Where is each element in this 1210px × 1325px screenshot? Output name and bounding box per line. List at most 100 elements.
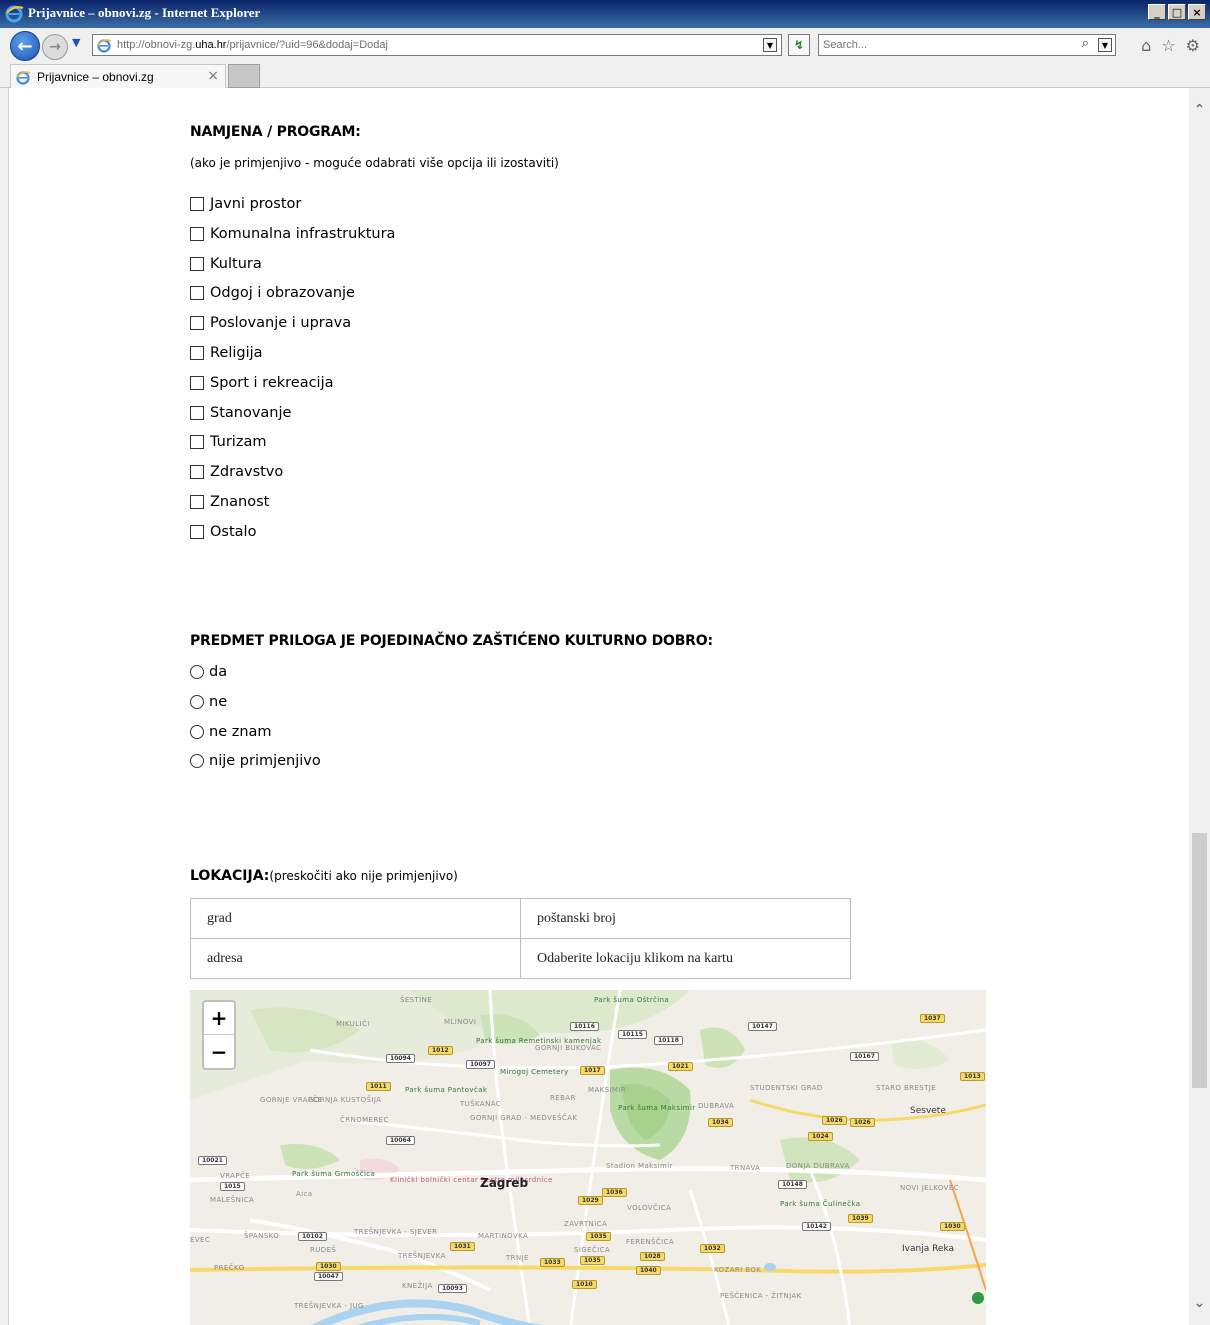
radio-label: ne xyxy=(209,693,228,710)
checkbox[interactable] xyxy=(190,495,204,509)
tab-prijavnice[interactable]: Prijavnice – obnovi.zg × xyxy=(10,64,226,88)
gear-icon[interactable]: ⚙ xyxy=(1186,36,1200,55)
map-label: ŠESTINE xyxy=(400,996,433,1004)
road-shield: 1013 xyxy=(960,1072,985,1081)
map-label: ZAVRTNICA xyxy=(564,1220,608,1228)
checkbox-label: Stanovanje xyxy=(210,404,292,421)
radio-button[interactable] xyxy=(190,754,204,769)
vertical-scrollbar[interactable]: ⌃ ⌄ xyxy=(1189,88,1210,1325)
back-button[interactable]: ← xyxy=(10,31,40,61)
namjena-option[interactable]: Ostalo xyxy=(190,521,256,543)
road-shield: 10142 xyxy=(802,1222,831,1231)
namjena-option[interactable]: Religija xyxy=(190,342,263,364)
namjena-option[interactable]: Turizam xyxy=(190,431,266,453)
namjena-option[interactable]: Kultura xyxy=(190,253,262,275)
road-shield: 1030 xyxy=(316,1262,341,1271)
compatibility-refresh-button[interactable]: ↯ xyxy=(788,34,810,56)
location-table: grad poštanski broj adresa Odaberite lok… xyxy=(190,898,851,979)
road-shield: 10115 xyxy=(618,1030,647,1039)
radio-button[interactable] xyxy=(190,665,204,679)
tab-bar: Prijavnice – obnovi.zg × xyxy=(0,64,1210,88)
checkbox[interactable] xyxy=(190,197,204,211)
adresa-field[interactable]: adresa xyxy=(190,938,521,979)
minimize-button[interactable]: _ xyxy=(1148,4,1166,20)
namjena-option[interactable]: Sport i rekreacija xyxy=(190,372,334,394)
namjena-option[interactable]: Stanovanje xyxy=(190,402,291,424)
tab-close-icon[interactable]: × xyxy=(207,68,219,84)
search-box[interactable]: ⌕ ▼ xyxy=(818,34,1116,56)
grad-field[interactable]: grad xyxy=(190,898,521,939)
history-dropdown-icon[interactable]: ▼ xyxy=(72,36,80,49)
checkbox[interactable] xyxy=(190,256,204,271)
map-hint-field[interactable]: Odaberite lokaciju klikom na kartu xyxy=(520,938,851,979)
scroll-up-icon[interactable]: ⌃ xyxy=(1189,102,1210,118)
checkbox[interactable] xyxy=(190,375,204,390)
window-left-border xyxy=(0,88,9,1325)
search-input[interactable] xyxy=(823,37,1053,53)
namjena-option[interactable]: Poslovanje i uprava xyxy=(190,312,351,334)
road-shield: 1040 xyxy=(636,1266,661,1275)
zoom-out-button[interactable]: − xyxy=(204,1035,234,1068)
address-bar[interactable]: http://obnovi-zg.uha.hr/prijavnice/?uid=… xyxy=(92,34,782,56)
location-map[interactable]: + − ŠESTINE Park šuma Oštrčina MIKULIĆI … xyxy=(190,990,986,1325)
map-label: KNEŽIJA xyxy=(402,1282,433,1290)
road-shield: 10116 xyxy=(570,1022,599,1031)
checkbox[interactable] xyxy=(190,435,204,450)
map-label: Park šuma Maksimir xyxy=(618,1104,696,1112)
predmet-option[interactable]: nije primjenjivo xyxy=(190,750,321,772)
road-shield: 1015 xyxy=(220,1182,245,1191)
checkbox[interactable] xyxy=(190,346,204,360)
road-shield: 1039 xyxy=(848,1214,873,1223)
checkbox[interactable] xyxy=(190,286,204,301)
namjena-option[interactable]: Znanost xyxy=(190,491,269,513)
namjena-option[interactable]: Odgoj i obrazovanje xyxy=(190,282,355,304)
postanski-broj-field[interactable]: poštanski broj xyxy=(520,898,851,939)
map-zoom-control: + − xyxy=(202,1000,236,1070)
map-label: MALEŠNICA xyxy=(210,1196,255,1204)
address-url[interactable]: http://obnovi-zg.uha.hr/prijavnice/?uid=… xyxy=(117,39,388,51)
maximize-button[interactable]: □ xyxy=(1168,4,1186,20)
predmet-option[interactable]: da xyxy=(190,661,227,683)
checkbox-label: Znanost xyxy=(210,494,270,510)
forward-button[interactable]: → xyxy=(42,34,68,60)
checkbox-label: Sport i rekreacija xyxy=(210,374,334,391)
road-shield: 10147 xyxy=(748,1022,777,1031)
road-shield: 10021 xyxy=(198,1156,227,1165)
map-label: Mirogoj Cemetery xyxy=(500,1068,569,1076)
road-shield: 1031 xyxy=(450,1242,475,1251)
namjena-option[interactable]: Komunalna infrastruktura xyxy=(190,223,395,245)
zoom-in-button[interactable]: + xyxy=(204,1002,234,1035)
checkbox[interactable] xyxy=(190,316,204,331)
scroll-down-icon[interactable]: ⌄ xyxy=(1189,1295,1210,1311)
radio-button[interactable] xyxy=(190,724,204,739)
scrollbar-thumb[interactable] xyxy=(1192,833,1207,1088)
road-shield: 1036 xyxy=(602,1188,627,1197)
checkbox[interactable] xyxy=(190,226,204,241)
map-label: MARTINOVKA xyxy=(478,1232,529,1240)
road-shield: 1029 xyxy=(578,1196,603,1205)
checkbox[interactable] xyxy=(190,465,204,480)
home-icon[interactable]: ⌂ xyxy=(1141,36,1151,55)
favorites-star-icon[interactable]: ☆ xyxy=(1161,36,1175,55)
address-dropdown-icon[interactable]: ▼ xyxy=(763,38,777,52)
predmet-option[interactable]: ne znam xyxy=(190,721,272,743)
map-label: MLINOVI xyxy=(444,1018,477,1026)
new-tab-button[interactable] xyxy=(228,64,260,88)
map-label: VOLOVČICA xyxy=(627,1204,672,1212)
map-label: MIKULIĆI xyxy=(336,1020,370,1028)
search-dropdown-icon[interactable]: ▼ xyxy=(1098,38,1112,52)
predmet-option[interactable]: ne xyxy=(190,691,227,713)
map-label: DONJA DUBRAVA xyxy=(786,1162,850,1170)
ie-tab-icon xyxy=(16,71,31,85)
window-title: Prijavnice – obnovi.zg - Internet Explor… xyxy=(28,5,261,20)
checkbox[interactable] xyxy=(190,524,204,539)
refresh-icon: ↯ xyxy=(793,38,805,52)
map-label: KOZARI BOK xyxy=(714,1266,762,1274)
radio-button[interactable] xyxy=(190,694,204,709)
map-label: Klinički bolnički centar Sestre milosrdn… xyxy=(390,1176,553,1184)
search-icon[interactable]: ⌕ xyxy=(1082,36,1089,51)
close-button[interactable]: × xyxy=(1188,4,1206,20)
checkbox[interactable] xyxy=(190,405,204,420)
namjena-option[interactable]: Zdravstvo xyxy=(190,461,283,483)
namjena-option[interactable]: Javni prostor xyxy=(190,193,301,215)
